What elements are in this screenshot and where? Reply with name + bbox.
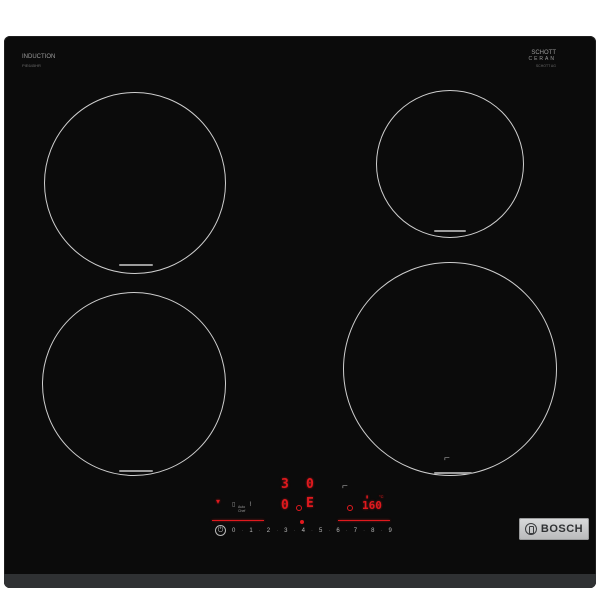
zone-marker-top-left [119, 264, 153, 266]
power-step-5[interactable]: 5 [319, 528, 322, 534]
power-step-6[interactable]: 6 [336, 528, 339, 534]
power-step-3[interactable]: 3 [284, 528, 287, 534]
zone-marker-bottom-left [119, 470, 153, 472]
pan-sensor-icon: ⌐ [342, 481, 348, 492]
control-line-left [212, 520, 264, 521]
combi-zone-icon[interactable]: ⌇ [249, 502, 252, 508]
cooking-zone-bottom-right [343, 262, 557, 476]
schott-sub-label: SCHOTT AG [535, 64, 556, 68]
temperature-display: 160 [362, 499, 382, 512]
power-button[interactable]: ⏻ [215, 525, 226, 536]
power-step-4[interactable]: 4 [302, 528, 305, 534]
control-line-right [338, 520, 390, 521]
frame-bottom-strip [4, 574, 596, 588]
timer-icon[interactable] [296, 505, 302, 511]
power-step-7[interactable]: 7 [354, 528, 357, 534]
frying-sensor-icon[interactable]: ▯ [232, 502, 235, 508]
wifi-icon[interactable]: ▾ [216, 497, 220, 506]
function-label: Auto Chef [238, 505, 245, 513]
cooking-zone-top-left [44, 92, 226, 274]
ceran-label: CERAN [528, 56, 556, 62]
display-zone-bottom-left: 0 [281, 498, 289, 513]
brand-badge: BOSCH [519, 518, 589, 540]
bosch-logo-icon [524, 523, 537, 535]
induction-cooktop: INDUCTION PIE645HR SCHOTT CERAN SCHOTT A… [4, 36, 596, 588]
induction-label: INDUCTION [22, 54, 56, 60]
display-zone-bottom-right: E [306, 496, 314, 511]
zone-marker-bottom-right [434, 472, 472, 474]
power-slider[interactable]: 0 · 1 · 2 · 3 · 4 · 5 · 6 · 7 · 8 · 9 [232, 526, 392, 536]
power-step-0[interactable]: 0 [232, 528, 235, 534]
selection-dot [300, 520, 304, 524]
zone-marker-top-right [434, 230, 466, 232]
cooking-zone-top-right [376, 90, 524, 238]
function-label-line-2: Chef [238, 509, 246, 514]
pan-icon: ⌐ [444, 453, 450, 464]
display-zone-top-left: 3 [281, 477, 289, 492]
cooking-zone-bottom-left [42, 292, 226, 476]
timer-right-icon[interactable] [347, 505, 353, 511]
model-label: PIE645HR [22, 63, 41, 68]
display-zone-top-right: 0 [306, 477, 314, 492]
power-step-1[interactable]: 1 [249, 528, 252, 534]
brand-name: BOSCH [540, 523, 584, 535]
power-step-8[interactable]: 8 [371, 528, 374, 534]
power-step-9[interactable]: 9 [389, 528, 392, 534]
power-step-2[interactable]: 2 [267, 528, 270, 534]
